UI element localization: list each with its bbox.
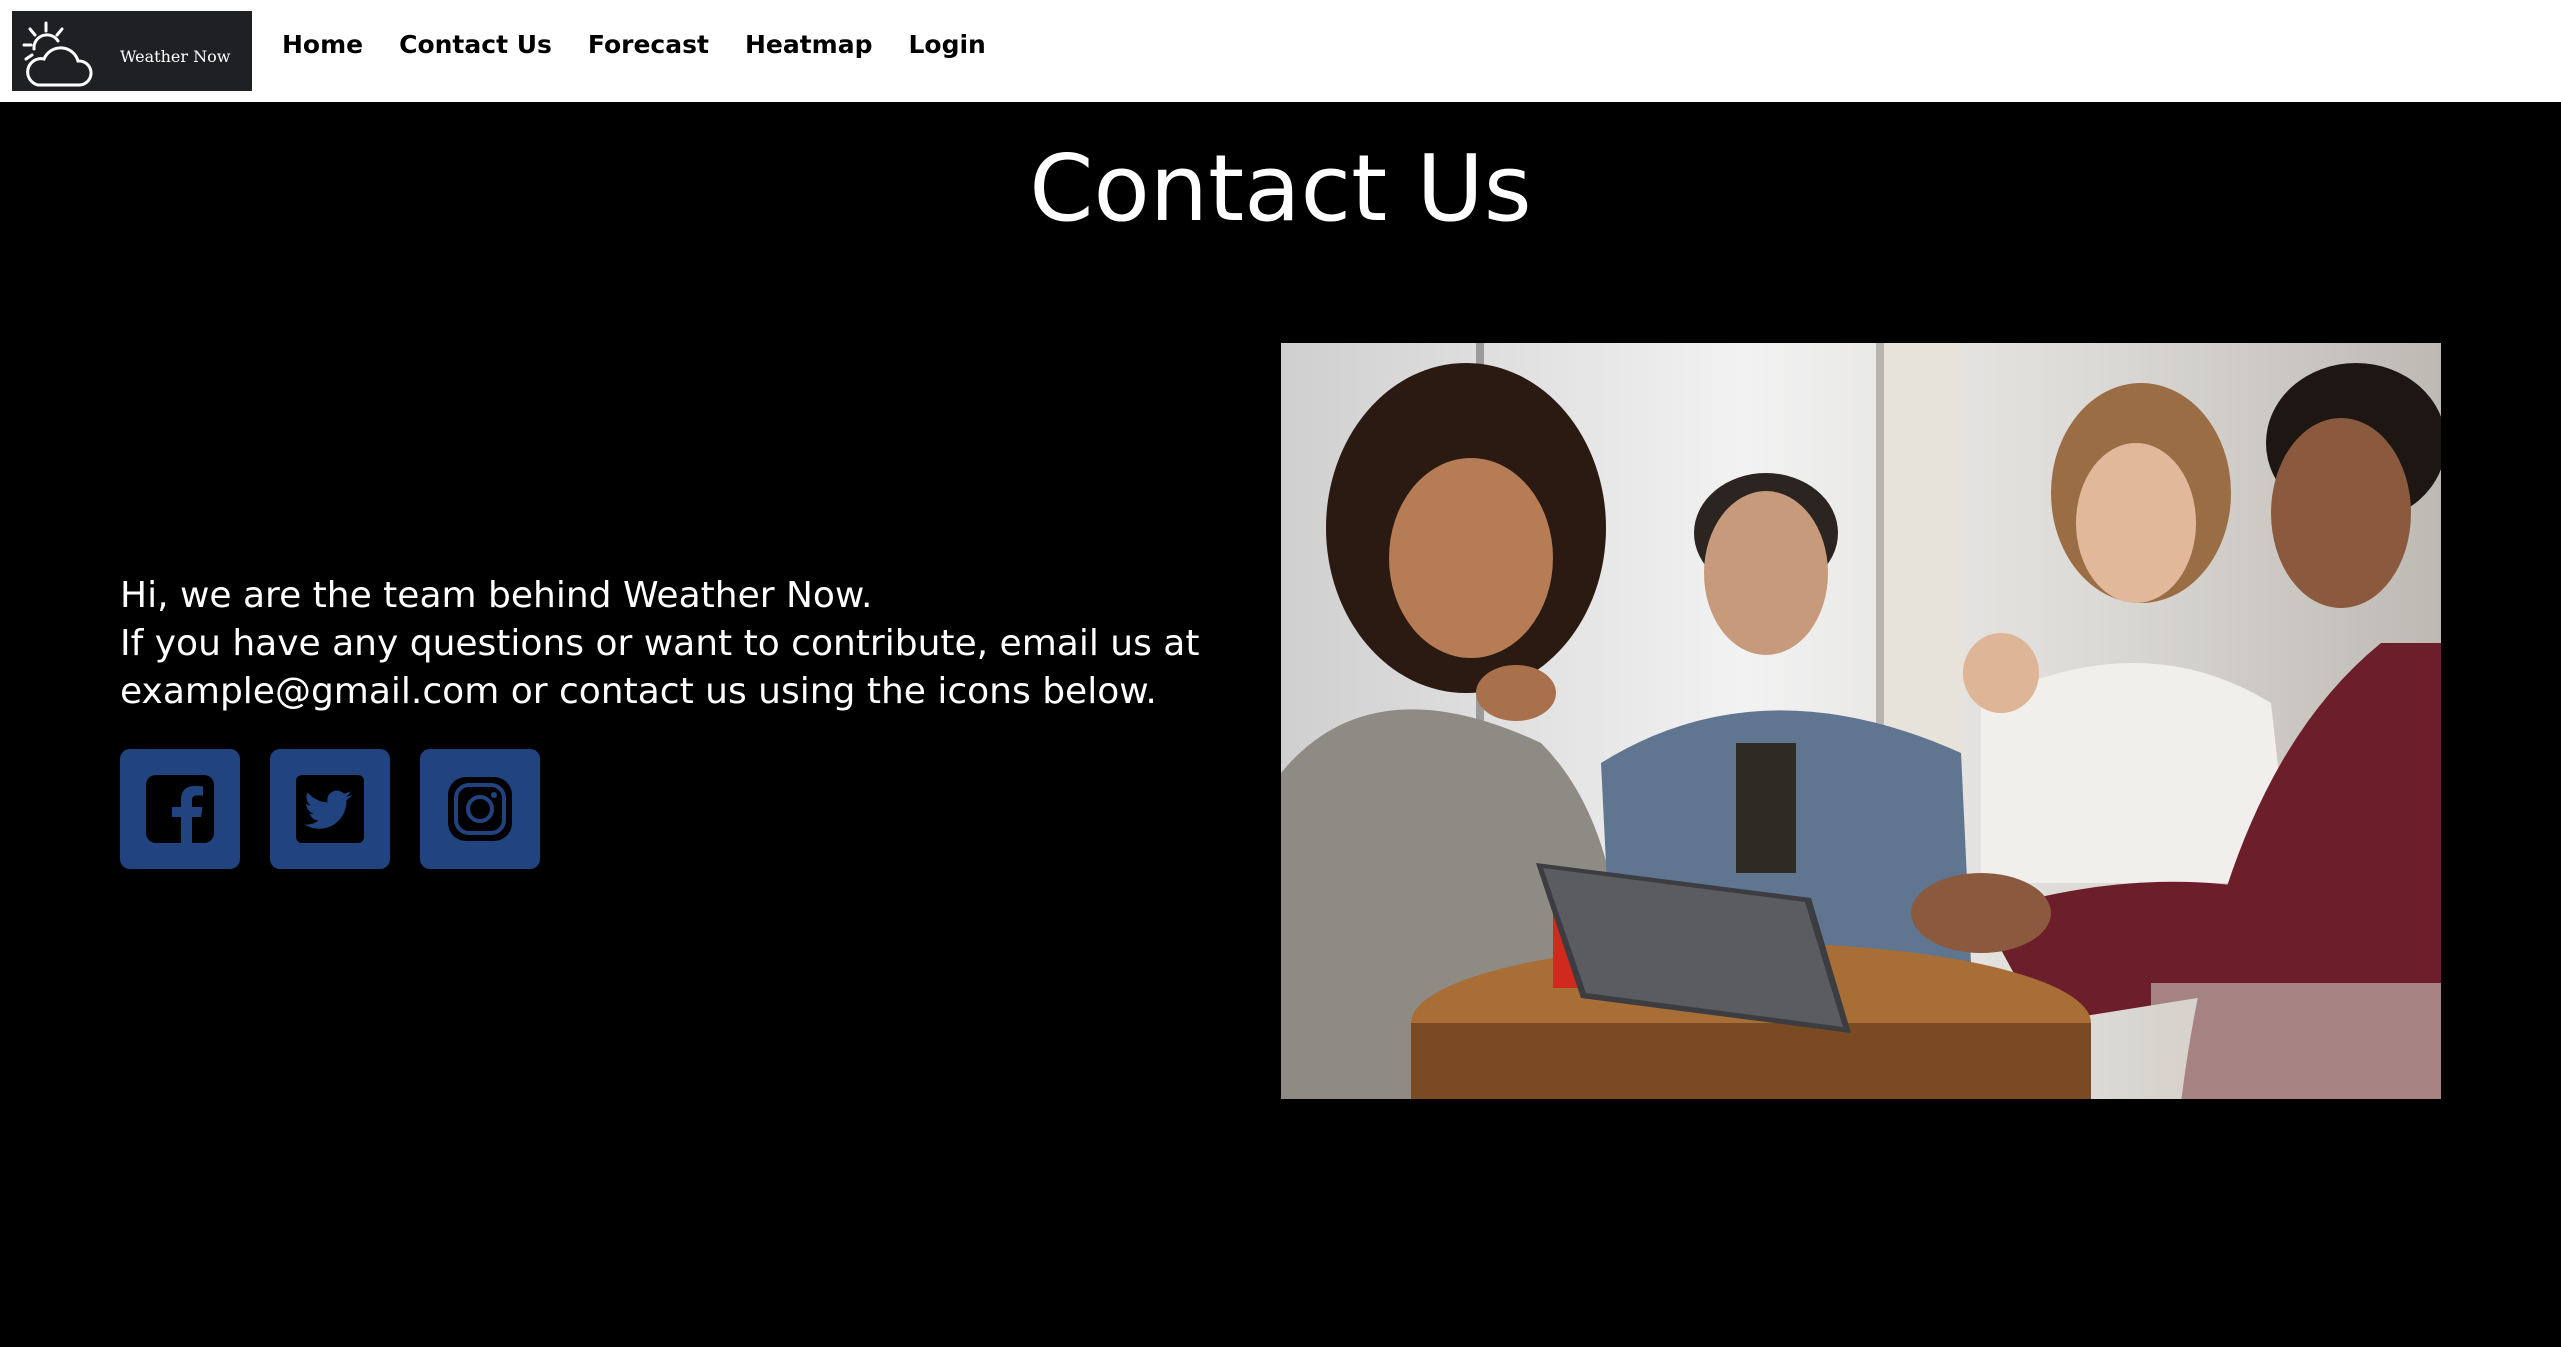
logo-text: Weather Now [120, 47, 231, 66]
team-photo [1281, 343, 2441, 1099]
nav-heatmap[interactable]: Heatmap [745, 30, 873, 59]
intro-line-2: If you have any questions or want to con… [120, 623, 1200, 712]
site-logo[interactable]: Weather Now [12, 11, 252, 91]
top-navbar: Weather Now Home Contact Us Forecast Hea… [0, 0, 2561, 102]
facebook-button[interactable] [120, 749, 240, 869]
facebook-icon [146, 775, 214, 843]
intro-text: Hi, we are the team behind Weather Now. … [120, 572, 1220, 716]
social-links [120, 749, 540, 869]
weather-cloud-sun-icon [22, 21, 93, 87]
main-nav: Home Contact Us Forecast Heatmap Login [282, 30, 1022, 59]
nav-home[interactable]: Home [282, 30, 363, 59]
twitter-button[interactable] [270, 749, 390, 869]
twitter-icon [296, 775, 364, 843]
instagram-icon [448, 777, 512, 841]
team-photo-illustration [1281, 343, 2441, 1099]
page-title: Contact Us [1029, 135, 1532, 242]
instagram-button[interactable] [420, 749, 540, 869]
intro-line-1: Hi, we are the team behind Weather Now. [120, 575, 873, 616]
nav-contact-us[interactable]: Contact Us [399, 30, 552, 59]
nav-forecast[interactable]: Forecast [588, 30, 709, 59]
nav-login[interactable]: Login [908, 30, 985, 59]
